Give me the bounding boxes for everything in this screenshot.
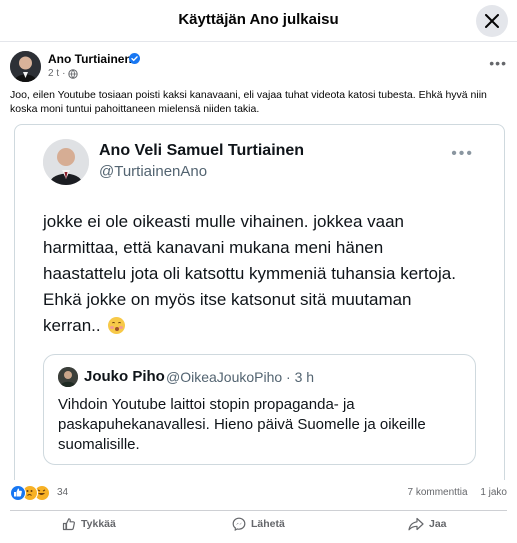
- post-author-name[interactable]: Ano Turtiainen: [48, 52, 132, 66]
- thumbs-up-icon: [62, 518, 75, 531]
- share-button[interactable]: Jaa: [408, 517, 447, 531]
- comment-count[interactable]: 7 kommenttia: [408, 487, 468, 498]
- tweet-author-handle: @TurtiainenAno: [99, 163, 208, 180]
- share-count[interactable]: 1 jako: [480, 487, 507, 498]
- post-header: Ano Turtiainen 2 t · •••: [10, 51, 507, 83]
- send-label: Lähetä: [251, 518, 285, 530]
- verified-badge-icon: [129, 53, 140, 64]
- share-label: Jaa: [429, 518, 447, 530]
- tweet-more-icon: •••: [451, 145, 474, 162]
- reactions-summary[interactable]: [10, 485, 58, 501]
- tweet-author-name: Ano Veli Samuel Turtiainen: [99, 142, 305, 159]
- dialog-title: Käyttäjän Ano julkaisu: [178, 11, 339, 28]
- send-button[interactable]: Lähetä: [232, 517, 285, 531]
- globe-icon: [68, 68, 79, 79]
- like-button[interactable]: Tykkää: [62, 517, 116, 531]
- post-text: Joo, eilen Youtube tosiaan poisti kaksi …: [10, 89, 487, 115]
- engagement-counts: 7 kommenttia 1 jako: [398, 487, 508, 498]
- post-meta: 2 t ·: [48, 68, 79, 79]
- author-avatar[interactable]: [10, 51, 41, 82]
- post-time[interactable]: 2 t: [48, 68, 59, 79]
- tweet-text-block: jokke ei ole oikeasti mulle vihainen. jo…: [43, 209, 463, 339]
- quoted-author-avatar: [58, 367, 78, 387]
- reaction-count[interactable]: 34: [57, 487, 68, 498]
- close-button[interactable]: [476, 5, 508, 37]
- more-options-icon[interactable]: •••: [489, 55, 507, 71]
- messenger-icon: [232, 517, 246, 531]
- dialog-header: Käyttäjän Ano julkaisu: [0, 0, 517, 42]
- quoted-tweet-text: Vihdoin Youtube laittoi stopin propagand…: [58, 396, 426, 453]
- post-actions-bar: Tykkää Lähetä Jaa: [10, 510, 507, 540]
- quoted-tweet: Jouko Piho @OikeaJoukoPiho · 3 h Vihdoin…: [43, 354, 476, 465]
- quoted-author-handle: @OikeaJoukoPiho · 3 h: [166, 369, 315, 385]
- post-stats: 34 7 kommenttia 1 jako: [10, 484, 507, 502]
- close-icon: [485, 14, 499, 28]
- like-label: Tykkää: [81, 518, 116, 530]
- quoted-author-name: Jouko Piho: [84, 368, 165, 385]
- embedded-tweet[interactable]: Ano Veli Samuel Turtiainen @TurtiainenAn…: [14, 124, 505, 480]
- meta-separator: ·: [62, 68, 66, 79]
- like-reaction-icon: [10, 485, 26, 501]
- tweet-text: jokke ei ole oikeasti mulle vihainen. jo…: [43, 212, 456, 335]
- share-arrow-icon: [408, 517, 424, 531]
- kissing-face-emoji-icon: [108, 317, 126, 334]
- tweet-author-avatar: [43, 139, 89, 185]
